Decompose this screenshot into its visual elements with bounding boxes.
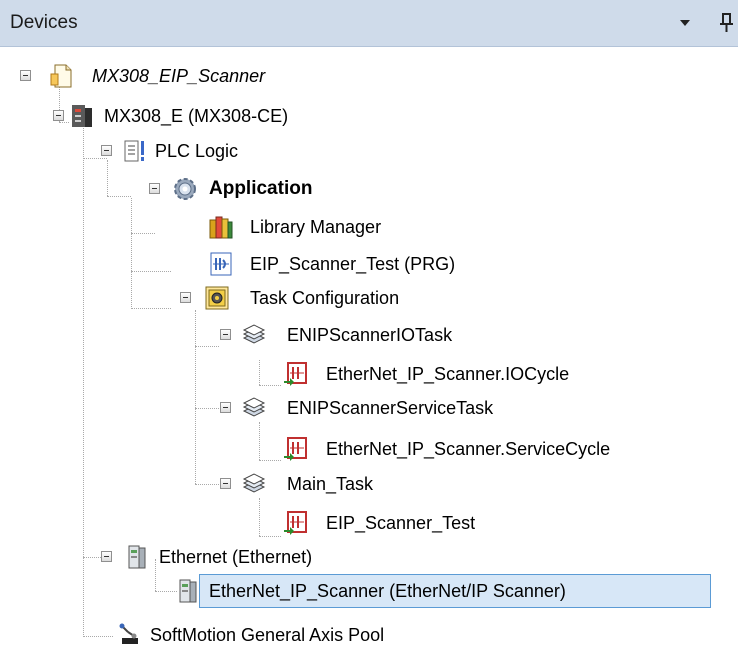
collapse-toggle[interactable] [101,551,112,562]
tree-label: MX308_EIP_Scanner [92,66,266,86]
program-call-icon [283,510,309,536]
tree-label: EtherNet_IP_Scanner.ServiceCycle [326,439,611,459]
tree-label: Application [209,178,313,199]
tree-node-io-cycle-call[interactable]: EtherNet_IP_Scanner.IOCycle [0,356,640,392]
tree-label: ENIPScannerIOTask [287,325,453,345]
plc-logic-icon [122,138,148,164]
tree-label: Library Manager [250,217,382,237]
tree-label: Main_Task [287,474,374,494]
application-gear-icon [172,176,198,202]
pushpin-icon[interactable] [718,11,738,35]
tree-node-enip-service-task[interactable]: ENIPScannerServiceTask [0,390,540,426]
task-stack-icon [241,395,267,421]
tree-label: ENIPScannerServiceTask [287,398,494,418]
tree-node-device[interactable]: MX308_E (MX308-CE) [0,98,360,134]
task-configuration-icon [204,285,230,311]
ethernet-device-icon [175,578,201,604]
tree-label: Ethernet (Ethernet) [159,547,313,567]
ethernet-device-icon [124,544,150,570]
tree-node-main-task[interactable]: Main_Task [0,466,420,502]
tree-label: SoftMotion General Axis Pool [150,625,385,645]
program-call-icon [283,361,309,387]
tree-node-ethernet[interactable]: Ethernet (Ethernet) [0,539,420,575]
program-call-icon [283,436,309,462]
devices-panel-header: Devices [0,0,738,47]
plc-device-icon [69,103,95,129]
tree-label: EIP_Scanner_Test (PRG) [250,254,456,274]
softmotion-axis-icon [116,622,142,648]
tree-node-library-manager[interactable]: Library Manager [0,209,420,245]
caret-down-icon[interactable] [677,15,693,31]
library-books-icon [208,214,234,240]
tree-node-task-configuration[interactable]: Task Configuration [0,280,420,316]
collapse-toggle[interactable] [20,70,31,81]
tree-label: EtherNet_IP_Scanner.IOCycle [326,364,570,384]
collapse-toggle[interactable] [53,110,64,121]
tree-node-eip-scanner-test-prg[interactable]: EIP_Scanner_Test (PRG) [0,246,460,282]
collapse-toggle[interactable] [149,183,160,194]
tree-label: MX308_E (MX308-CE) [104,106,289,126]
tree-label: PLC Logic [155,141,239,161]
collapse-toggle[interactable] [220,329,231,340]
tree-node-softmotion-pool[interactable]: SoftMotion General Axis Pool [0,617,460,653]
program-ladder-icon [208,251,234,277]
collapse-toggle[interactable] [220,478,231,489]
collapse-toggle[interactable] [101,145,112,156]
panel-title: Devices [10,12,78,33]
tree-node-main-task-call[interactable]: EIP_Scanner_Test [0,505,560,541]
device-tree: MX308_EIP_Scanner MX308_E (MX308-CE) PLC… [0,47,738,649]
tree-label: EtherNet_IP_Scanner (EtherNet/IP Scanner… [209,581,566,601]
collapse-toggle[interactable] [220,402,231,413]
tree-node-plc-logic[interactable]: PLC Logic [0,133,300,169]
project-file-icon [49,63,75,89]
tree-node-service-cycle-call[interactable]: EtherNet_IP_Scanner.ServiceCycle [0,431,700,467]
collapse-toggle[interactable] [180,292,191,303]
task-stack-icon [241,322,267,348]
tree-label: EIP_Scanner_Test [326,513,476,533]
tree-node-application[interactable]: Application [0,171,360,207]
task-stack-icon [241,471,267,497]
tree-node-enip-io-task[interactable]: ENIPScannerIOTask [0,317,500,353]
tree-node-project[interactable]: MX308_EIP_Scanner [0,58,320,94]
tree-label: Task Configuration [250,288,400,308]
tree-node-ethernet-ip-scanner[interactable]: EtherNet_IP_Scanner (EtherNet/IP Scanner… [0,573,712,609]
